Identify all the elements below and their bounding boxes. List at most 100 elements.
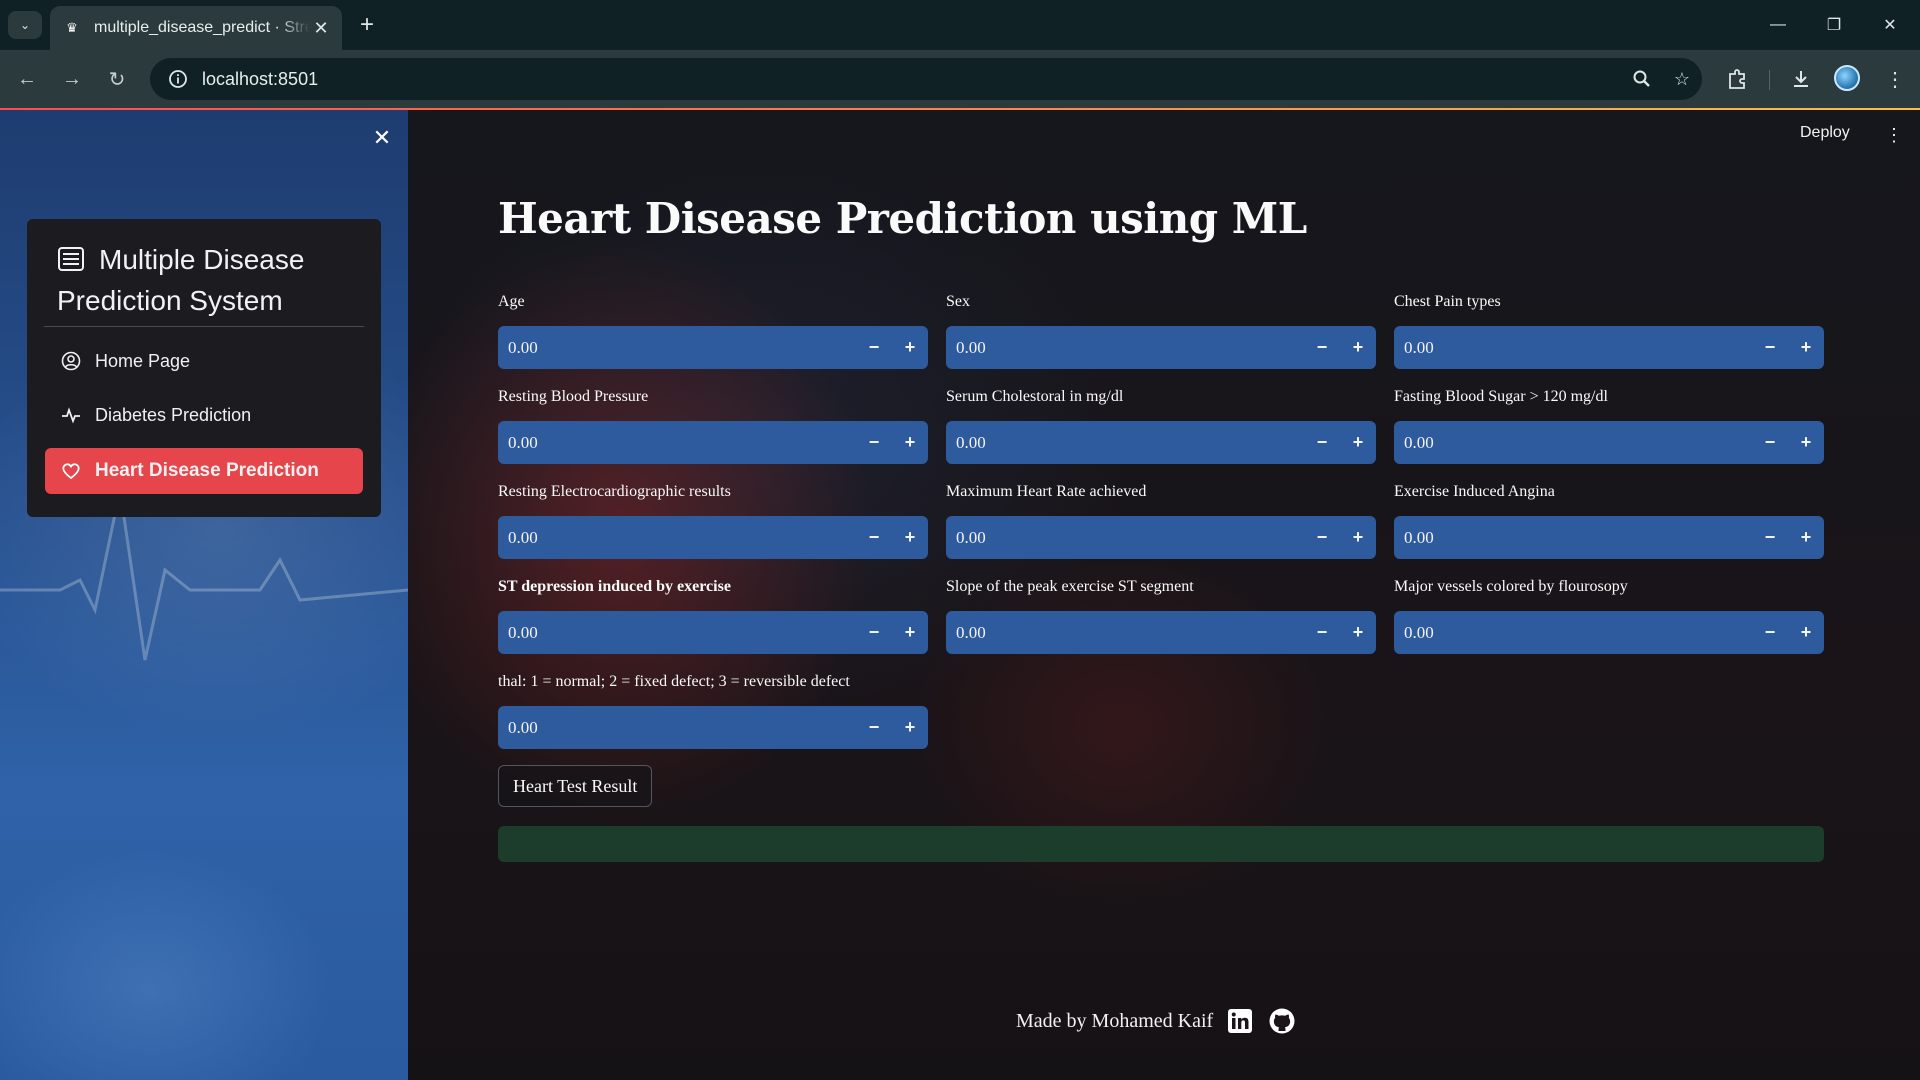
plus-icon[interactable]: + [892,516,928,559]
toolbar-divider [1769,70,1770,90]
field-label: Slope of the peak exercise ST segment [946,578,1194,595]
close-icon[interactable]: ✕ [310,17,332,39]
star-icon[interactable]: ☆ [1662,59,1702,99]
browser-toolbar: ← → ↻ localhost:8501 ☆ ⋮ [0,50,1920,108]
more-icon[interactable]: ⋮ [1880,64,1910,94]
plus-icon[interactable]: + [892,611,928,654]
tab-title: multiple_disease_predict · Streamlit [94,19,310,36]
menu-item-label: Heart Disease Prediction [95,460,319,481]
input-value[interactable]: 0.00 [498,623,856,643]
url-text[interactable]: localhost:8501 [202,69,1622,90]
input-value[interactable]: 0.00 [946,338,1304,358]
menu-item-label: Diabetes Prediction [95,404,252,425]
menu-item-heart-disease-prediction[interactable]: Heart Disease Prediction [45,448,363,494]
activity-icon [61,405,81,425]
input-value[interactable]: 0.00 [946,433,1304,453]
field-label: ST depression induced by exercise [498,578,731,595]
input-value[interactable]: 0.00 [946,528,1304,548]
app-area: ✕ Multiple Disease Prediction System Hom… [0,110,1920,1080]
github-icon[interactable] [1267,1006,1297,1036]
footer: Made by Mohamed Kaif [1016,1006,1297,1036]
sidebar: ✕ Multiple Disease Prediction System Hom… [0,110,408,1080]
number-input[interactable]: 0.00− + [946,611,1376,654]
menu-item-home-page[interactable]: Home Page [45,338,363,384]
sidebar-close-icon[interactable]: ✕ [370,125,394,150]
minus-icon[interactable]: − [1304,611,1340,654]
streamlit-favicon-icon: ♛ [66,20,78,35]
number-input[interactable]: 0.00− + [1394,326,1824,369]
heart-test-result-button[interactable]: Heart Test Result [498,765,653,807]
number-input[interactable]: 0.00− + [498,706,928,749]
linkedin-icon[interactable] [1225,1006,1255,1036]
profile-avatar[interactable] [1834,65,1860,91]
minus-icon[interactable]: − [1752,326,1788,369]
browser-tab[interactable]: ♛ multiple_disease_predict · Streamlit ✕ [50,6,342,50]
number-input[interactable]: 0.00− + [1394,421,1824,464]
zoom-icon[interactable] [1622,59,1662,99]
tab-search-icon[interactable]: ⌄ [8,11,42,39]
result-message-box [498,826,1824,862]
plus-icon[interactable]: + [1340,421,1376,464]
number-input[interactable]: 0.00− + [946,516,1376,559]
number-input[interactable]: 0.00− + [498,326,928,369]
plus-icon[interactable]: + [1340,516,1376,559]
minus-icon[interactable]: − [856,516,892,559]
input-value[interactable]: 0.00 [946,623,1304,643]
number-input[interactable]: 0.00− + [1394,516,1824,559]
minus-icon[interactable]: − [1304,326,1340,369]
input-value[interactable]: 0.00 [498,338,856,358]
back-icon[interactable]: ← [12,64,42,94]
input-value[interactable]: 0.00 [1394,528,1752,548]
input-value[interactable]: 0.00 [498,718,856,738]
plus-icon[interactable]: + [1788,516,1824,559]
number-input[interactable]: 0.00− + [1394,611,1824,654]
download-icon[interactable] [1786,64,1816,94]
minus-icon[interactable]: − [1752,611,1788,654]
forward-icon[interactable]: → [57,64,87,94]
number-input[interactable]: 0.00− + [946,421,1376,464]
heart-icon [61,461,81,481]
plus-icon[interactable]: + [1788,326,1824,369]
main-menu-icon[interactable]: ⋮ [1884,122,1904,148]
minus-icon[interactable]: − [1304,516,1340,559]
minus-icon[interactable]: − [1752,516,1788,559]
number-input[interactable]: 0.00− + [946,326,1376,369]
plus-icon[interactable]: + [892,421,928,464]
input-value[interactable]: 0.00 [498,433,856,453]
minus-icon[interactable]: − [1752,421,1788,464]
close-window-icon[interactable]: ✕ [1862,0,1918,50]
plus-icon[interactable]: + [892,706,928,749]
number-input[interactable]: 0.00− + [498,611,928,654]
input-value[interactable]: 0.00 [1394,433,1752,453]
plus-icon[interactable]: + [1788,611,1824,654]
minus-icon[interactable]: − [856,421,892,464]
number-input[interactable]: 0.00− + [498,421,928,464]
person-circle-icon [61,351,81,371]
plus-icon[interactable]: + [1340,611,1376,654]
plus-icon[interactable]: + [1340,326,1376,369]
list-icon [57,242,85,271]
field-label: Fasting Blood Sugar > 120 mg/dl [1394,388,1608,405]
field-label: Exercise Induced Angina [1394,483,1555,500]
input-value[interactable]: 0.00 [1394,338,1752,358]
deploy-button[interactable]: Deploy [1800,124,1850,142]
restore-icon[interactable]: ❐ [1806,0,1862,50]
reload-icon[interactable]: ↻ [102,64,132,94]
minus-icon[interactable]: − [856,706,892,749]
info-icon[interactable] [158,69,198,89]
minus-icon[interactable]: − [856,326,892,369]
minus-icon[interactable]: − [1304,421,1340,464]
address-bar[interactable]: localhost:8501 ☆ [150,58,1702,100]
extensions-icon[interactable] [1722,64,1752,94]
plus-icon[interactable]: + [1788,421,1824,464]
number-input[interactable]: 0.00− + [498,516,928,559]
plus-icon[interactable]: + [354,11,380,38]
fasting-blood-sugar-field: Fasting Blood Sugar > 120 mg/dl 0.00− + [1394,388,1824,464]
input-value[interactable]: 0.00 [1394,623,1752,643]
minimize-icon[interactable]: — [1750,0,1806,50]
menu-item-diabetes-prediction[interactable]: Diabetes Prediction [45,392,363,438]
input-value[interactable]: 0.00 [498,528,856,548]
plus-icon[interactable]: + [892,326,928,369]
minus-icon[interactable]: − [856,611,892,654]
chest-pain-field: Chest Pain types 0.00− + [1394,293,1824,369]
